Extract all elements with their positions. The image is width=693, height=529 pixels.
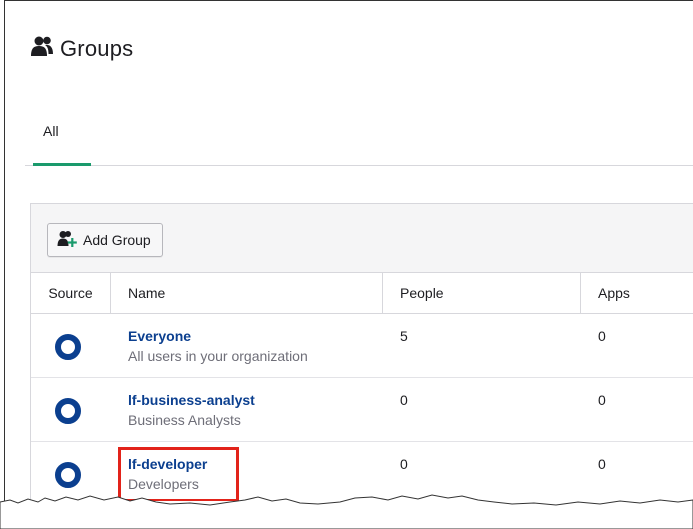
table-row: lf-developer Developers 0 0 [31,442,693,501]
apps-count: 0 [598,456,606,472]
add-group-icon [57,230,83,251]
tab-bar: All [25,123,693,166]
group-description: All users in your organization [128,348,308,364]
add-group-label: Add Group [83,232,151,248]
page-title: Groups [60,35,134,61]
okta-ring-icon [55,462,81,488]
table-header: Source Name People Apps [31,273,693,314]
tab-all-label: All [43,123,59,139]
group-name-link[interactable]: lf-business-analyst [128,392,255,408]
active-tab-indicator [33,163,91,166]
source-cell [31,442,110,501]
column-header-apps[interactable]: Apps [598,273,630,313]
column-divider [580,273,581,313]
page-header: Groups [30,35,133,62]
column-divider [382,273,383,313]
tab-all[interactable]: All [29,123,91,166]
apps-count: 0 [598,392,606,408]
people-count: 0 [400,392,408,408]
column-header-source[interactable]: Source [31,273,111,313]
group-description: Business Analysts [128,412,241,428]
people-count: 5 [400,328,408,344]
add-group-button[interactable]: Add Group [47,223,163,257]
column-header-name[interactable]: Name [128,273,165,313]
groups-panel: Add Group Source Name People Apps Everyo… [30,203,693,501]
source-cell [31,378,110,441]
groups-icon [30,35,54,62]
okta-ring-icon [55,334,81,360]
people-count: 0 [400,456,408,472]
source-cell [31,314,110,377]
screenshot-frame: Groups All Add Group Source Name People … [4,0,693,501]
group-name-link[interactable]: Everyone [128,328,191,344]
groups-toolbar: Add Group [31,204,693,273]
apps-count: 0 [598,328,606,344]
table-row: lf-business-analyst Business Analysts 0 … [31,378,693,442]
okta-ring-icon [55,398,81,424]
torn-edge [0,494,693,529]
table-row: Everyone All users in your organization … [31,314,693,378]
column-header-people[interactable]: People [400,273,444,313]
group-name-link[interactable]: lf-developer [128,456,207,472]
group-description: Developers [128,476,199,492]
